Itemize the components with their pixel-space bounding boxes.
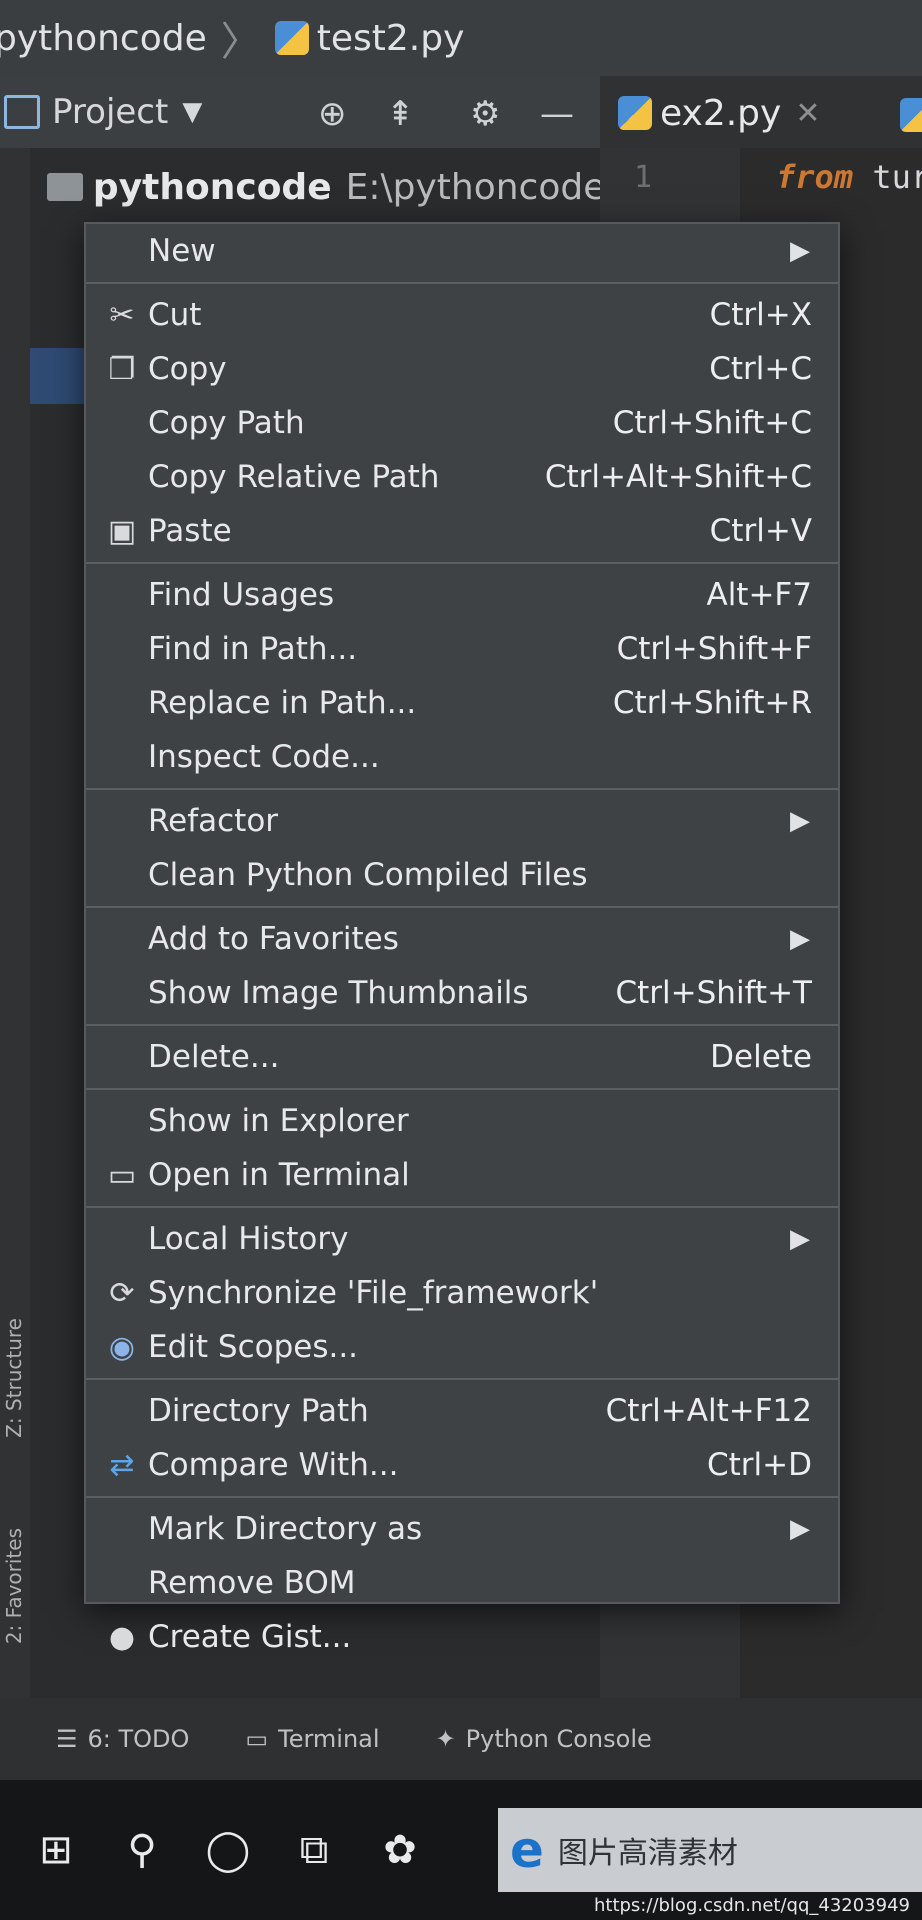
menu-item-paste[interactable]: ▣ Paste Ctrl+V bbox=[86, 504, 838, 558]
menu-separator bbox=[86, 788, 838, 790]
menu-item-create-gist[interactable]: ● Create Gist... bbox=[86, 1610, 838, 1664]
structure-tab[interactable]: Z: Structure bbox=[2, 1318, 26, 1438]
hide-panel-icon[interactable]: — bbox=[540, 94, 574, 134]
clipboard-icon: ▣ bbox=[107, 513, 137, 549]
submenu-arrow-icon: ▶ bbox=[790, 924, 810, 954]
root-name: pythoncode bbox=[92, 166, 332, 208]
internet-explorer-icon: e bbox=[510, 1821, 544, 1879]
menu-item-show-thumbnails[interactable]: Show Image Thumbnails Ctrl+Shift+T bbox=[86, 966, 838, 1020]
watermark: https://blog.csdn.net/qq_43203949 bbox=[593, 1895, 910, 1916]
menu-separator bbox=[86, 562, 838, 564]
menu-item-delete[interactable]: Delete... Delete bbox=[86, 1030, 838, 1084]
project-window-icon bbox=[4, 95, 40, 129]
app-pinwheel-icon[interactable]: ✿ bbox=[370, 1820, 430, 1880]
tree-root-item[interactable]: ▼ pythoncode E:\pythoncode bbox=[0, 162, 605, 212]
task-view-icon[interactable]: ⧉ bbox=[284, 1820, 344, 1880]
menu-separator bbox=[86, 282, 838, 284]
menu-item-add-to-favorites[interactable]: Add to Favorites ▶ bbox=[86, 912, 838, 966]
terminal-icon: ▭ bbox=[245, 1725, 269, 1753]
code-rest: tur bbox=[872, 158, 922, 196]
python-file-icon[interactable] bbox=[900, 98, 922, 132]
menu-item-copy-path[interactable]: Copy Path Ctrl+Shift+C bbox=[86, 396, 838, 450]
submenu-arrow-icon: ▶ bbox=[790, 1514, 810, 1544]
tab-label: ex2.py bbox=[660, 92, 782, 134]
list-icon: ☰ bbox=[56, 1725, 78, 1753]
github-icon: ● bbox=[108, 1619, 136, 1655]
menu-item-show-in-explorer[interactable]: Show in Explorer bbox=[86, 1094, 838, 1148]
code-keyword: from bbox=[776, 158, 854, 196]
menu-item-inspect-code[interactable]: Inspect Code... bbox=[86, 730, 838, 784]
search-icon[interactable]: ⚲ bbox=[112, 1820, 172, 1880]
python-console-tool-button[interactable]: ✦ Python Console bbox=[436, 1725, 652, 1753]
gear-icon[interactable]: ⚙ bbox=[470, 94, 500, 134]
menu-item-directory-path[interactable]: Directory Path Ctrl+Alt+F12 bbox=[86, 1384, 838, 1438]
menu-separator bbox=[86, 1088, 838, 1090]
menu-item-copy-relative-path[interactable]: Copy Relative Path Ctrl+Alt+Shift+C bbox=[86, 450, 838, 504]
tab-ex2[interactable]: ex2.py ✕ bbox=[618, 86, 820, 140]
menu-separator bbox=[86, 1378, 838, 1380]
ie-taskbar-item[interactable]: e 图片高清素材 bbox=[498, 1808, 922, 1892]
menu-item-find-usages[interactable]: Find Usages Alt+F7 bbox=[86, 568, 838, 622]
terminal-tool-button[interactable]: ▭ Terminal bbox=[245, 1725, 379, 1753]
bottom-tool-strip: ☰ 6: TODO ▭ Terminal ✦ Python Console bbox=[0, 1698, 922, 1780]
menu-item-open-in-terminal[interactable]: ▭ Open in Terminal bbox=[86, 1148, 838, 1202]
menu-separator bbox=[86, 1024, 838, 1026]
breadcrumb-file[interactable]: test2.py bbox=[317, 18, 465, 59]
project-toolbar: Project ▼ ⊕ ⇞ ⚙ — bbox=[0, 76, 600, 148]
cortana-icon[interactable]: ◯ bbox=[198, 1820, 258, 1880]
chevron-right-icon: 〉 bbox=[220, 19, 261, 65]
compare-icon: ⇄ bbox=[109, 1447, 135, 1483]
menu-item-synchronize[interactable]: ⟳ Synchronize 'File_framework' bbox=[86, 1266, 838, 1320]
breadcrumb: pythoncode 〉 test2.py bbox=[0, 0, 922, 76]
favorites-tab[interactable]: 2: Favorites bbox=[2, 1528, 26, 1644]
menu-item-replace-in-path[interactable]: Replace in Path... Ctrl+Shift+R bbox=[86, 676, 838, 730]
ie-window-title: 图片高清素材 bbox=[557, 1836, 738, 1871]
menu-item-local-history[interactable]: Local History ▶ bbox=[86, 1212, 838, 1266]
left-tool-strip: Z: Structure 2: Favorites bbox=[0, 148, 30, 1698]
menu-item-refactor[interactable]: Refactor ▶ bbox=[86, 794, 838, 848]
collapse-all-icon[interactable]: ⇞ bbox=[386, 94, 415, 134]
code-line: from tur bbox=[776, 158, 922, 196]
menu-item-clean-compiled[interactable]: Clean Python Compiled Files bbox=[86, 848, 838, 902]
folder-icon bbox=[46, 173, 83, 201]
chevron-down-icon[interactable]: ▼ bbox=[182, 97, 202, 127]
menu-item-compare-with[interactable]: ⇄ Compare With... Ctrl+D bbox=[86, 1438, 838, 1492]
breadcrumb-project[interactable]: pythoncode bbox=[0, 18, 207, 59]
submenu-arrow-icon: ▶ bbox=[790, 1224, 810, 1254]
menu-item-cut[interactable]: ✂ Cut Ctrl+X bbox=[86, 288, 838, 342]
python-icon: ✦ bbox=[435, 1725, 456, 1753]
root-path: E:\pythoncode bbox=[345, 166, 606, 208]
submenu-arrow-icon: ▶ bbox=[790, 236, 810, 266]
submenu-arrow-icon: ▶ bbox=[790, 806, 810, 836]
windows-start-icon[interactable]: ⊞ bbox=[26, 1820, 86, 1880]
menu-item-remove-bom[interactable]: Remove BOM bbox=[86, 1556, 838, 1610]
locate-icon[interactable]: ⊕ bbox=[318, 94, 347, 134]
python-file-icon bbox=[618, 96, 652, 130]
todo-tool-button[interactable]: ☰ 6: TODO bbox=[56, 1725, 189, 1753]
sync-icon: ⟳ bbox=[109, 1275, 135, 1311]
menu-item-mark-directory[interactable]: Mark Directory as ▶ bbox=[86, 1502, 838, 1556]
python-file-icon bbox=[274, 21, 309, 55]
menu-separator bbox=[86, 1496, 838, 1498]
menu-item-edit-scopes[interactable]: ◉ Edit Scopes... bbox=[86, 1320, 838, 1374]
menu-item-find-in-path[interactable]: Find in Path... Ctrl+Shift+F bbox=[86, 622, 838, 676]
menu-separator bbox=[86, 906, 838, 908]
menu-item-new[interactable]: New ▶ bbox=[86, 224, 838, 278]
scissors-icon: ✂ bbox=[109, 297, 135, 333]
menu-separator bbox=[86, 1206, 838, 1208]
terminal-icon: ▭ bbox=[107, 1157, 137, 1193]
copy-icon: ❐ bbox=[108, 351, 136, 387]
context-menu: New ▶ ✂ Cut Ctrl+X ❐ Copy Ctrl+C Copy Path Ctr… bbox=[84, 222, 840, 1655]
menu-item-copy[interactable]: ❐ Copy Ctrl+C bbox=[86, 342, 838, 396]
editor-tabs: ex2.py ✕ bbox=[600, 76, 922, 148]
scope-icon: ◉ bbox=[108, 1329, 136, 1365]
project-panel-title[interactable]: Project bbox=[52, 92, 168, 132]
close-icon[interactable]: ✕ bbox=[795, 96, 820, 131]
line-number: 1 bbox=[634, 160, 653, 195]
